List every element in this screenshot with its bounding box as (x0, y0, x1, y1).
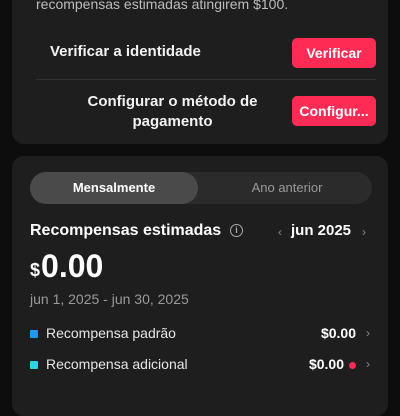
standard-reward-color-square (30, 330, 38, 338)
verify-identity-label: Verificar a identidade (50, 43, 201, 60)
month-selector[interactable]: jun 2025 (291, 222, 351, 239)
standard-reward-row[interactable]: Recompensa padrão $0.00 › (30, 323, 376, 347)
configure-payment-button[interactable]: Configur... (292, 96, 376, 126)
period-toggle: Mensalmente Ano anterior (30, 172, 372, 204)
divider (36, 79, 376, 80)
additional-reward-row[interactable]: Recompensa adicional $0.00 › (30, 354, 376, 378)
estimated-rewards-title: Recompensas estimadas (30, 222, 222, 239)
additional-reward-color-square (30, 361, 38, 369)
chevron-left-icon[interactable]: ‹ (278, 225, 282, 239)
standard-reward-label: Recompensa padrão (46, 325, 176, 341)
verify-button[interactable]: Verificar (292, 38, 376, 68)
date-range: jun 1, 2025 - jun 30, 2025 (30, 291, 189, 307)
total-amount: $0.00 (30, 248, 103, 285)
currency-symbol: $ (30, 260, 41, 280)
chevron-right-icon[interactable]: › (362, 225, 366, 239)
payment-method-label: Configurar o método de pagamento (87, 93, 258, 130)
standard-reward-value: $0.00 (320, 325, 356, 341)
chevron-right-icon: › (366, 326, 370, 340)
amount-value: 0.00 (41, 248, 104, 284)
chevron-right-icon: › (366, 357, 370, 371)
tab-monthly[interactable]: Mensalmente (30, 172, 198, 204)
notification-dot (349, 362, 356, 369)
info-icon[interactable]: i (230, 224, 243, 237)
payout-threshold-notice: recompensas estimadas atingirem $100. (36, 0, 289, 12)
tab-previous-year[interactable]: Ano anterior (202, 172, 372, 204)
additional-reward-label: Recompensa adicional (46, 356, 188, 372)
additional-reward-value: $0.00 (308, 356, 344, 372)
